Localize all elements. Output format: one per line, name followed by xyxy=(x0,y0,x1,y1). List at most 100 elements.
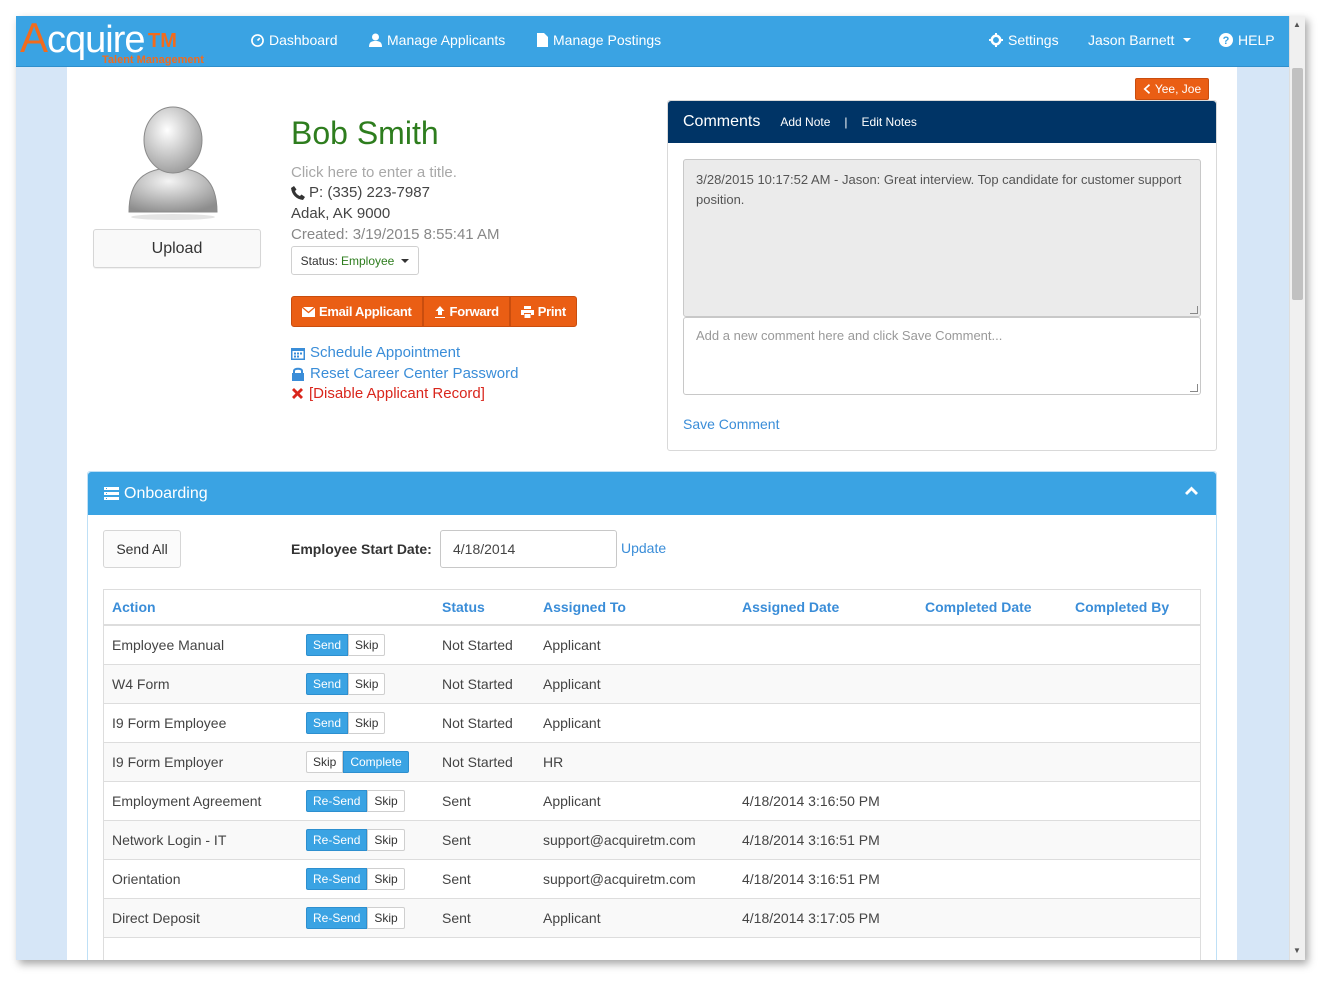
re-send-button[interactable]: Re-Send xyxy=(306,790,368,812)
envelope-icon xyxy=(302,306,315,317)
cell-action: Employment Agreement xyxy=(112,793,262,809)
chevron-left-icon xyxy=(1143,84,1150,94)
upload-photo-button[interactable]: Upload xyxy=(93,229,261,268)
browser-frame: Acquire TM Talent Management Dashboard M… xyxy=(16,16,1305,960)
print-button[interactable]: Print xyxy=(509,296,577,327)
header-assigned-date[interactable]: Assigned Date xyxy=(742,590,839,624)
row-button-group: Skip Complete xyxy=(306,743,409,781)
re-send-button[interactable]: Re-Send xyxy=(306,829,368,851)
cell-assigned-to: support@acquiretm.com xyxy=(543,832,696,848)
cell-assigned-date: 4/18/2014 3:17:05 PM xyxy=(742,910,880,926)
email-applicant-button[interactable]: Email Applicant xyxy=(291,296,423,327)
table-row: Employment Agreement Sent Applicant 4/18/20… xyxy=(104,782,1200,821)
cell-status: Not Started xyxy=(442,715,513,731)
user-menu[interactable]: Jason Barnett xyxy=(1088,32,1192,48)
update-link[interactable]: Update xyxy=(621,540,666,556)
resize-handle[interactable] xyxy=(1190,306,1198,314)
scroll-down-icon[interactable]: ▼ xyxy=(1293,946,1301,955)
resize-handle[interactable] xyxy=(1190,384,1198,392)
avatar-placeholder-icon xyxy=(128,106,218,220)
row-button-group: Re-Send Skip xyxy=(306,821,405,859)
complete-button[interactable]: Complete xyxy=(343,751,409,773)
skip-button[interactable]: Skip xyxy=(348,673,386,695)
question-circle-icon: ? xyxy=(1219,33,1233,47)
vertical-scrollbar[interactable]: ▲ ▼ xyxy=(1289,16,1305,960)
nav-settings[interactable]: Settings xyxy=(989,32,1059,48)
header-assigned-to[interactable]: Assigned To xyxy=(543,590,626,624)
print-icon xyxy=(520,305,534,318)
skip-button[interactable]: Skip xyxy=(367,829,405,851)
nav-help[interactable]: ? HELP xyxy=(1219,32,1275,48)
status-dropdown[interactable]: Status: Employee xyxy=(291,246,419,275)
row-button-group: Send Skip xyxy=(306,626,386,664)
dashboard-icon xyxy=(251,33,264,47)
cell-status: Sent xyxy=(442,871,471,887)
cell-assigned-to: Applicant xyxy=(543,715,601,731)
nav-manage-applicants[interactable]: Manage Applicants xyxy=(369,32,505,48)
add-note-link[interactable]: Add Note xyxy=(780,115,830,129)
city-state: Adak, AK 9000 xyxy=(291,205,391,222)
reset-password-link[interactable]: Reset Career Center Password xyxy=(291,365,518,382)
skip-button[interactable]: Skip xyxy=(367,790,405,812)
onboarding-panel: Onboarding Send All Employee Start Date:… xyxy=(87,471,1217,960)
button-group: Re-Send Skip xyxy=(306,868,405,890)
acquire-logo[interactable]: Acquire TM Talent Management xyxy=(20,17,230,67)
onboarding-table: Action Status Assigned To Assigned Date … xyxy=(103,589,1201,960)
row-button-group: Re-Send Skip xyxy=(306,860,405,898)
comments-panel: Comments Add Note | Edit Notes 3/28/2015… xyxy=(667,100,1217,451)
main-content: Yee, Joe Upload Bob Smith Click here to … xyxy=(67,67,1237,960)
save-comment-link[interactable]: Save Comment xyxy=(683,416,779,432)
cell-assigned-date: 4/18/2014 3:16:50 PM xyxy=(742,793,880,809)
user-icon xyxy=(369,33,382,47)
skip-button[interactable]: Skip xyxy=(348,634,386,656)
row-button-group: Send Skip xyxy=(306,704,386,742)
table-row: Orientation Sent support@acquiretm.com 4/18… xyxy=(104,860,1200,899)
onboarding-header[interactable]: Onboarding xyxy=(88,472,1216,515)
edit-notes-link[interactable]: Edit Notes xyxy=(862,115,917,129)
header-completed-date[interactable]: Completed Date xyxy=(925,590,1032,624)
chevron-up-icon[interactable] xyxy=(1185,486,1198,495)
row-button-group: Re-Send Skip xyxy=(306,899,405,937)
chevron-down-icon xyxy=(401,258,410,263)
new-comment-textarea[interactable]: Add a new comment here and click Save Co… xyxy=(683,317,1201,395)
send-button[interactable]: Send xyxy=(306,634,349,656)
send-button[interactable]: Send xyxy=(306,673,349,695)
scroll-thumb[interactable] xyxy=(1292,68,1303,300)
row-button-group: Re-Send Skip xyxy=(306,782,405,820)
cell-assigned-to: Applicant xyxy=(543,637,601,653)
schedule-appointment-link[interactable]: Schedule Appointment xyxy=(291,344,460,361)
scroll-up-icon[interactable]: ▲ xyxy=(1293,20,1301,29)
disable-record-link[interactable]: [Disable Applicant Record] xyxy=(291,385,485,402)
button-group: Re-Send Skip xyxy=(306,829,405,851)
header-action[interactable]: Action xyxy=(112,590,156,624)
title-field[interactable]: Click here to enter a title. xyxy=(291,164,457,181)
header-completed-by[interactable]: Completed By xyxy=(1075,590,1169,624)
cell-status: Not Started xyxy=(442,676,513,692)
header-status[interactable]: Status xyxy=(442,590,485,624)
back-to-applicant-button[interactable]: Yee, Joe xyxy=(1135,78,1209,100)
nav-manage-postings[interactable]: Manage Postings xyxy=(537,32,661,48)
nav-dashboard[interactable]: Dashboard xyxy=(251,32,338,48)
send-button[interactable]: Send xyxy=(306,712,349,734)
skip-button[interactable]: Skip xyxy=(306,751,344,773)
table-row: W4 Form Not Started Applicant Send Skip xyxy=(104,665,1200,704)
table-row: Employee Manual Not Started Applicant Send S… xyxy=(104,626,1200,665)
applicant-name: Bob Smith xyxy=(291,115,439,151)
re-send-button[interactable]: Re-Send xyxy=(306,907,368,929)
cell-status: Not Started xyxy=(442,637,513,653)
forward-button[interactable]: Forward xyxy=(422,296,510,327)
existing-comments-textarea[interactable]: 3/28/2015 10:17:52 AM - Jason: Great int… xyxy=(683,159,1201,317)
lock-icon xyxy=(292,367,304,381)
skip-button[interactable]: Skip xyxy=(367,868,405,890)
skip-button[interactable]: Skip xyxy=(348,712,386,734)
re-send-button[interactable]: Re-Send xyxy=(306,868,368,890)
svg-text:?: ? xyxy=(1223,35,1230,47)
cell-assigned-to: HR xyxy=(543,754,564,770)
cell-action: I9 Form Employer xyxy=(112,754,224,770)
cell-status: Not Started xyxy=(442,754,513,770)
send-all-button[interactable]: Send All xyxy=(103,530,181,568)
start-date-input[interactable]: 4/18/2014 xyxy=(440,530,617,568)
calendar-icon xyxy=(291,347,305,360)
skip-button[interactable]: Skip xyxy=(367,907,405,929)
button-group: Send Skip xyxy=(306,712,386,734)
